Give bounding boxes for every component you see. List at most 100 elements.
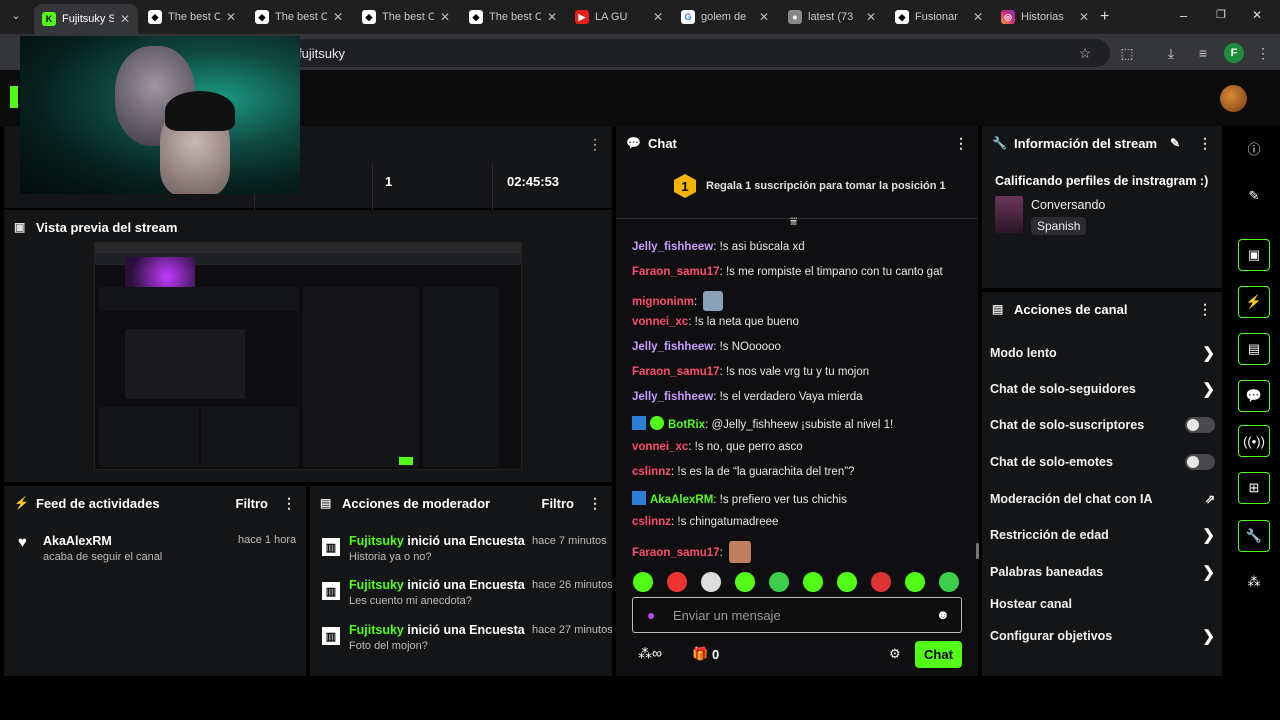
chat-scrollbar[interactable] [976,543,979,559]
emote-icon[interactable] [633,572,653,592]
mod-actions-toggle-icon[interactable]: ▤ [1238,333,1270,365]
chat-username[interactable]: vonnei_xc [632,316,688,328]
tab-search-icon[interactable]: ⌄ [8,9,24,25]
edit-icon[interactable]: ✎ [1238,180,1270,212]
chat-username[interactable]: cslinnz [632,466,671,478]
emoji-icon[interactable]: ☻ [936,607,950,622]
tab-close-icon[interactable]: ✕ [1079,10,1089,24]
chat-username[interactable]: Jelly_fishheew [632,241,713,253]
address-bar[interactable]: fujitsuky [280,39,1110,67]
mod-filter-button[interactable]: Filtro [542,496,575,511]
broadcast-icon[interactable]: ((•)) [1238,425,1270,457]
minimize-icon[interactable]: – [1180,8,1187,23]
gift-icon[interactable]: 🎁 [692,646,708,662]
chat-username[interactable]: AkaAlexRM [650,494,713,506]
channel-action-row[interactable]: Palabras baneadas ❯ [990,560,1215,584]
emote-icon[interactable] [667,572,687,592]
emote-icon[interactable] [905,572,925,592]
chat-settings-icon[interactable]: ⚙ [889,646,901,662]
category-name[interactable]: Conversando [1031,198,1105,212]
chat-username[interactable]: Faraon_samu17 [632,366,720,378]
chat-username[interactable]: BotRix [668,419,705,431]
profile-avatar[interactable]: F [1224,43,1244,63]
new-tab-button[interactable]: + [1100,8,1109,26]
points-icon[interactable]: ⁂∞ [638,645,662,662]
browser-tab[interactable]: ◆ Fusionar ✕ [887,4,991,30]
tab-close-icon[interactable]: ✕ [653,10,663,24]
emote-icon[interactable] [803,572,823,592]
close-window-icon[interactable]: ✕ [1252,8,1262,22]
info-icon[interactable]: ⓘ [1238,132,1270,164]
toggle-switch[interactable] [1185,417,1215,433]
chat-username[interactable]: Faraon_samu17 [632,266,720,278]
browser-tab[interactable]: ◆ The best C ✕ [461,4,565,30]
browser-tab[interactable]: ◆ The best C ✕ [247,4,351,30]
chat-menu-icon[interactable]: ⋮ [954,135,968,152]
emote-icon[interactable] [769,572,789,592]
chat-username[interactable]: Jelly_fishheew [632,341,713,353]
channel-action-row[interactable]: Hostear canal [990,592,1215,616]
emote-icon[interactable] [735,572,755,592]
toggle-switch[interactable] [1185,454,1215,470]
browser-tab[interactable]: ▶ LA GU ✕ [567,4,671,30]
user-avatar[interactable] [1220,85,1247,112]
channel-action-row[interactable]: Moderación del chat con IA ⇗ [990,487,1215,511]
category-thumbnail[interactable] [995,196,1023,233]
browser-tab[interactable]: Ggolem de ✕ [673,4,777,30]
browser-tab[interactable]: ● latest (73 ✕ [780,4,884,30]
tab-close-icon[interactable]: ✕ [226,10,236,24]
browser-tab[interactable]: ◆ The best C ✕ [354,4,458,30]
chat-username[interactable]: Jelly_fishheew [632,391,713,403]
tab-close-icon[interactable]: ✕ [120,12,130,26]
stream-preview-video[interactable] [94,242,522,470]
channel-menu-icon[interactable]: ⋮ [1198,301,1212,318]
activity-filter-button[interactable]: Filtro [236,496,269,511]
gift-banner[interactable]: 1 Regala 1 suscripción para tomar la pos… [674,174,946,198]
maximize-icon[interactable]: ❐ [1216,8,1226,21]
tab-close-icon[interactable]: ✕ [973,10,983,24]
browser-tab[interactable]: K Fujitsuky S ✕ [34,4,138,34]
mod-menu-icon[interactable]: ⋮ [588,495,602,512]
tab-close-icon[interactable]: ✕ [333,10,343,24]
stats-menu-icon[interactable]: ⋮ [588,136,602,153]
community-icon[interactable]: ⁂ [1238,566,1270,598]
extensions-icon[interactable]: ⬚ [1118,44,1136,62]
browser-menu-icon[interactable]: ⋮ [1254,44,1272,62]
tab-close-icon[interactable]: ✕ [866,10,876,24]
channel-action-row[interactable]: Modo lento ❯ [990,341,1215,365]
preview-toggle-icon[interactable]: ▣ [1238,239,1270,271]
stream-info-menu-icon[interactable]: ⋮ [1198,135,1212,152]
chat-username[interactable]: vonnei_xc [632,441,688,453]
tab-close-icon[interactable]: ✕ [547,10,557,24]
channel-action-row[interactable]: Restricción de edad ❯ [990,523,1215,547]
edit-pencil-icon[interactable]: ✎ [1170,136,1180,150]
chat-username[interactable]: mignoninm [632,296,694,308]
tools-icon[interactable]: 🔧 [1238,520,1270,552]
reading-list-icon[interactable]: ≡ [1194,44,1212,62]
emote-icon[interactable] [939,572,959,592]
channel-action-row[interactable]: Configurar objetivos ❯ [990,624,1215,648]
tab-close-icon[interactable]: ✕ [440,10,450,24]
download-icon[interactable]: ⤓ [1162,44,1180,62]
chat-username[interactable]: Faraon_samu17 [632,547,720,559]
activity-toggle-icon[interactable]: ⚡ [1238,286,1270,318]
emote-icon[interactable] [701,572,721,592]
microphone-icon[interactable]: ● [647,607,655,623]
bookmark-star-icon[interactable]: ☆ [1076,44,1094,62]
chat-send-button[interactable]: Chat [915,641,962,668]
chat-filter-icon[interactable]: ⩸ [790,214,797,229]
tab-close-icon[interactable]: ✕ [759,10,769,24]
layout-icon[interactable]: ⊞ [1238,472,1270,504]
chat-username[interactable]: cslinnz [632,516,671,528]
kick-logo[interactable] [10,86,18,108]
channel-action-row[interactable]: Chat de solo-emotes [990,450,1215,474]
channel-action-row[interactable]: Chat de solo-suscriptores [990,413,1215,437]
channel-action-row[interactable]: Chat de solo-seguidores ❯ [990,377,1215,401]
chat-toggle-icon[interactable]: 💬 [1238,380,1270,412]
emote-icon[interactable] [837,572,857,592]
browser-tab[interactable]: ◎ Historias ✕ [993,4,1097,30]
chat-message-input[interactable]: ● Enviar un mensaje ☻ [632,597,962,633]
emote-icon[interactable] [871,572,891,592]
activity-menu-icon[interactable]: ⋮ [282,495,296,512]
browser-tab[interactable]: ◆ The best C ✕ [140,4,244,30]
